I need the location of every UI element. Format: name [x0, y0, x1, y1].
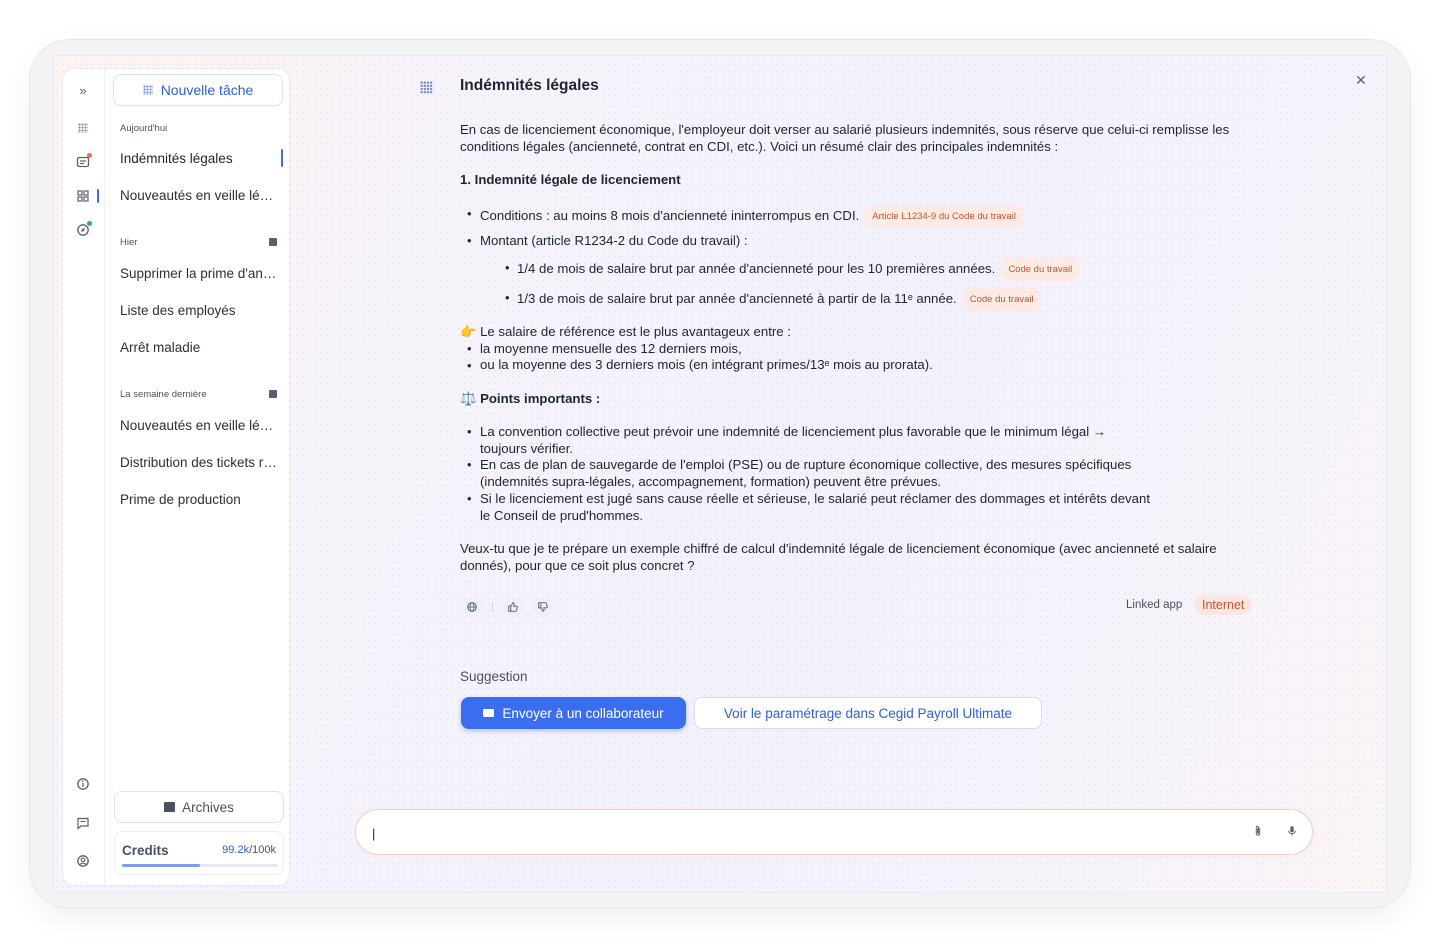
- attachment-icon[interactable]: [1252, 825, 1264, 840]
- sidebar-item-prime-production[interactable]: Prime de production: [120, 492, 280, 507]
- reference-item-2: ou la moyenne des 3 derniers mois (en in…: [480, 357, 933, 372]
- source-tag[interactable]: Article L1234-9 du Code du travail: [865, 205, 1023, 228]
- grid-icon: [142, 85, 153, 95]
- bullet: •: [467, 491, 472, 506]
- suggestion-label: Suggestion: [460, 669, 528, 684]
- chat-input-box: [355, 809, 1313, 855]
- montant-sub1: 1/4 de mois de salaire brut par année d'…: [517, 258, 1080, 281]
- bullet: •: [467, 424, 472, 439]
- archive-icon: [164, 802, 176, 812]
- apps-icon[interactable]: [74, 187, 92, 205]
- linked-app-label: Linked app: [1126, 599, 1183, 611]
- view-settings-button[interactable]: Voir le paramétrage dans Cegid Payroll U…: [694, 697, 1042, 729]
- notification-dot: [87, 153, 92, 158]
- sidebar-item-veille[interactable]: Nouveautés en veille légale: [120, 188, 280, 203]
- section-yesterday-label: Hier: [120, 237, 138, 248]
- message-title: Indémnités légales: [460, 77, 599, 94]
- rail-active-indicator: [97, 189, 99, 203]
- source-tag[interactable]: Code du travail: [962, 288, 1041, 311]
- assistant-icon: [420, 81, 433, 94]
- points-title: ⚖️ Points importants :: [460, 391, 601, 406]
- point-1-line-2: toujours vérifier.: [480, 441, 574, 456]
- point-2-line-2: (indemnités supra-légales, accompagnemen…: [480, 474, 942, 489]
- message-intro: En cas de licenciement économique, l'emp…: [460, 122, 1230, 154]
- microphone-icon[interactable]: [1286, 825, 1298, 840]
- archives-label: Archives: [182, 799, 234, 815]
- feedback-icon[interactable]: [74, 814, 92, 832]
- archives-button[interactable]: Archives: [114, 791, 284, 823]
- divider: [492, 602, 493, 612]
- sidebar-item-prime-anciennete[interactable]: Supprimer la prime d'ancienneté: [120, 266, 280, 281]
- credits-used: 99.2k: [222, 844, 250, 856]
- new-task-button[interactable]: Nouvelle tâche: [113, 74, 283, 106]
- point-3-line-2: le Conseil de prud'hommes.: [480, 508, 644, 523]
- bullet: •: [467, 358, 472, 373]
- credits-total: /100k: [249, 844, 276, 856]
- close-icon[interactable]: ✕: [1355, 72, 1367, 89]
- globe-icon[interactable]: [462, 597, 482, 617]
- view-settings-label: Voir le paramétrage dans Cegid Payroll U…: [723, 705, 1013, 721]
- bullet: •: [467, 457, 472, 472]
- point-2-line-1: En cas de plan de sauvegarde de l'emploi…: [480, 457, 1132, 472]
- reference-title: 👉 Le salaire de référence est le plus av…: [460, 324, 791, 339]
- send-to-collaborator-label: Envoyer à un collaborateur: [502, 705, 664, 721]
- credits-panel: Credits 99.2k/100k: [114, 831, 284, 875]
- internet-badge[interactable]: Internet: [1194, 595, 1253, 615]
- status-dot: [87, 221, 92, 226]
- conditions-item: Conditions : au moins 8 mois d'anciennet…: [480, 205, 1023, 228]
- bullet: •: [505, 260, 510, 275]
- section-today-label: Aujourd'hui: [120, 123, 168, 134]
- montant-sub2-text: 1/3 de mois de salaire brut par année d'…: [517, 290, 957, 306]
- profile-icon[interactable]: [74, 852, 92, 870]
- sidebar-item-indemnites[interactable]: Indémnités légales: [120, 151, 280, 166]
- tickets-icon[interactable]: [74, 153, 92, 171]
- expand-icon[interactable]: »: [74, 81, 92, 99]
- thumbs-down-icon[interactable]: [533, 597, 553, 617]
- new-task-label: Nouvelle tâche: [160, 82, 254, 98]
- sidebar-item-arret-maladie[interactable]: Arrêt maladie: [120, 340, 280, 355]
- reference-item-1: la moyenne mensuelle des 12 derniers moi…: [480, 341, 742, 356]
- sidebar-item-veille-2[interactable]: Nouveautés en veille légale: [120, 418, 280, 433]
- credits-progress-fill: [122, 864, 200, 867]
- conditions-text: Conditions : au moins 8 mois d'anciennet…: [480, 207, 860, 223]
- credits-label: Credits: [122, 843, 169, 858]
- sidebar-item-employes[interactable]: Liste des employés: [120, 303, 280, 318]
- montant-item: Montant (article R1234-2 du Code du trav…: [480, 233, 748, 248]
- credits-value: 99.2k/100k: [222, 844, 276, 856]
- tasks-icon[interactable]: [74, 119, 92, 137]
- sidebar: Nouvelle tâche Aujourd'hui Indémnités lé…: [104, 68, 290, 886]
- mail-icon: [483, 709, 495, 717]
- point-1-line-1: La convention collective peut prévoir un…: [480, 424, 1107, 439]
- compass-icon[interactable]: [74, 221, 92, 239]
- bullet: •: [467, 341, 472, 356]
- point-3-line-1: Si le licenciement est jugé sans cause r…: [480, 491, 1150, 506]
- section1-title: 1. Indemnité légale de licenciement: [460, 172, 681, 187]
- active-item-indicator: [281, 149, 283, 167]
- icon-rail: »: [62, 68, 104, 886]
- send-to-collaborator-button[interactable]: Envoyer à un collaborateur: [461, 697, 686, 729]
- bullet: •: [505, 290, 510, 305]
- trash-icon[interactable]: [269, 390, 277, 398]
- montant-sub1-text: 1/4 de mois de salaire brut par année d'…: [517, 260, 996, 276]
- message-actions: [462, 597, 553, 617]
- sidebar-item-tickets[interactable]: Distribution des tickets restaurant: [120, 455, 280, 470]
- bullet: •: [467, 233, 472, 248]
- thumbs-up-icon[interactable]: [503, 597, 523, 617]
- bullet: •: [467, 206, 472, 221]
- info-icon[interactable]: [74, 775, 92, 793]
- message-closing: Veux-tu que je te prépare un exemple chi…: [460, 541, 1217, 573]
- credits-progress-bar: [122, 864, 278, 867]
- source-tag[interactable]: Code du travail: [1001, 258, 1080, 281]
- trash-icon[interactable]: [269, 238, 277, 246]
- chat-input[interactable]: [372, 822, 1232, 844]
- montant-sub2: 1/3 de mois de salaire brut par année d'…: [517, 288, 1041, 311]
- section-last-week-label: La semaine dernière: [120, 389, 207, 400]
